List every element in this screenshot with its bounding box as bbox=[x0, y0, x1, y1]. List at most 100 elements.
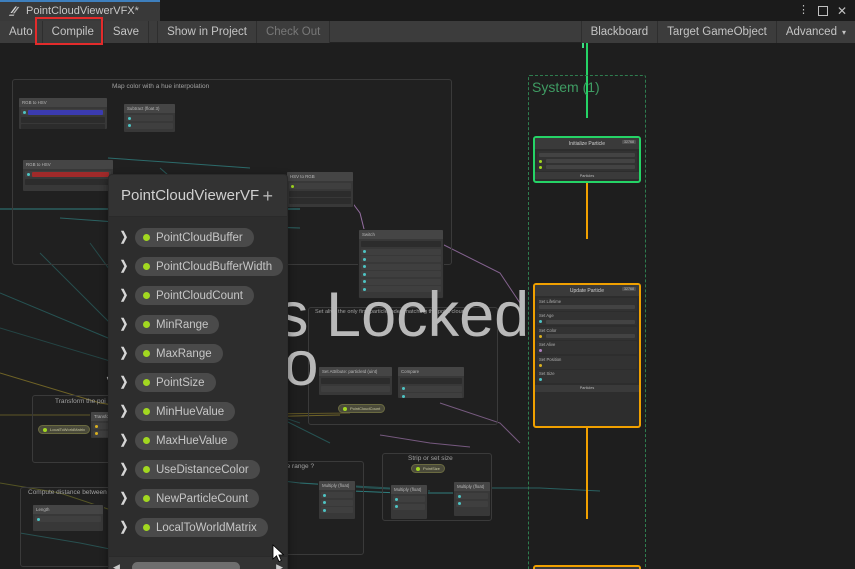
chevron-right-icon[interactable]: ❯ bbox=[119, 260, 129, 274]
blackboard-row[interactable]: ❯ LocalToWorldMatrix bbox=[109, 513, 287, 542]
parameter-pill[interactable]: MaxRange bbox=[135, 344, 223, 363]
save-button[interactable]: Save bbox=[103, 21, 150, 43]
port-icon[interactable] bbox=[363, 257, 366, 261]
port-icon[interactable] bbox=[539, 159, 542, 163]
check-out-button[interactable]: Check Out bbox=[256, 21, 331, 43]
show-in-project-button[interactable]: Show in Project bbox=[158, 21, 257, 43]
node-multiply-2[interactable]: Multiply (float) bbox=[390, 484, 428, 520]
port-icon[interactable] bbox=[323, 501, 326, 504]
blackboard-row[interactable]: ❯ MinHueValue bbox=[109, 397, 287, 426]
port-icon[interactable] bbox=[363, 287, 366, 291]
node-hsv-to-rgb[interactable]: HSV to RGB bbox=[286, 171, 354, 208]
advanced-dropdown[interactable]: Advanced ▾ bbox=[775, 21, 855, 43]
parameter-pill[interactable]: LocalToWorldMatrix bbox=[135, 518, 268, 537]
parameter-pill[interactable]: UseDistanceColor bbox=[135, 460, 260, 479]
context-block-set-size[interactable]: Set Size bbox=[537, 370, 637, 383]
field[interactable] bbox=[546, 159, 635, 163]
blackboard-row[interactable]: ❯ PointCloudBuffer bbox=[109, 223, 287, 252]
port-icon[interactable] bbox=[128, 116, 131, 120]
node-set-attribute-particleid[interactable]: Set Attribute: particleId (uint) bbox=[318, 366, 393, 396]
port-icon[interactable] bbox=[363, 272, 366, 276]
chevron-right-icon[interactable]: ❯ bbox=[119, 376, 129, 390]
port-icon[interactable] bbox=[363, 250, 366, 253]
chevron-right-icon[interactable]: ❯ bbox=[119, 289, 129, 303]
port-icon[interactable] bbox=[539, 378, 542, 381]
context-block-set-age[interactable]: Set Age bbox=[537, 312, 637, 325]
blackboard-row[interactable]: ❯ UseDistanceColor bbox=[109, 455, 287, 484]
port-icon[interactable] bbox=[323, 508, 326, 512]
maximize-icon[interactable] bbox=[817, 5, 828, 16]
parameter-pill[interactable]: PointSize bbox=[135, 373, 216, 392]
pill-node-localtoworldmatrix[interactable]: LocalToWorldMatrix bbox=[38, 425, 91, 434]
port-icon[interactable] bbox=[539, 349, 542, 352]
parameter-pill[interactable]: MinRange bbox=[135, 315, 220, 334]
context-initialize-particle[interactable]: Initialize Particle 32768 Particles bbox=[533, 136, 641, 183]
node-multiply-1[interactable]: Multiply (float) bbox=[318, 480, 356, 520]
add-parameter-button[interactable]: + bbox=[260, 187, 275, 205]
node-length[interactable]: Length bbox=[32, 504, 104, 532]
port-icon[interactable] bbox=[539, 363, 542, 367]
blackboard-row[interactable]: ❯ MaxRange bbox=[109, 339, 287, 368]
parameter-pill[interactable]: PointCloudBuffer bbox=[135, 228, 254, 247]
pill-node-pointcloudcount[interactable]: PointCloudCount bbox=[338, 404, 386, 413]
auto-button[interactable]: Auto bbox=[0, 21, 43, 43]
blackboard-row[interactable]: ❯ MaxHueValue bbox=[109, 426, 287, 455]
context-output-particle-quad[interactable]: Output Particle Quad 32768 Blend Mapping… bbox=[533, 565, 641, 569]
node-subtract-float3[interactable]: Subtract (float 3) bbox=[123, 103, 176, 133]
context-block-set-position[interactable]: Set Position bbox=[537, 355, 637, 369]
port-icon[interactable] bbox=[37, 517, 40, 521]
field[interactable] bbox=[546, 334, 635, 338]
graph-canvas[interactable]: Map color with a hue interpolation Set a… bbox=[0, 43, 855, 569]
port-icon[interactable] bbox=[458, 502, 461, 505]
field[interactable] bbox=[546, 319, 635, 324]
close-icon[interactable]: ✕ bbox=[837, 5, 847, 17]
color-swatch[interactable] bbox=[32, 171, 109, 177]
chevron-right-icon[interactable]: ❯ bbox=[119, 405, 129, 419]
blackboard-horizontal-scrollbar[interactable]: ◀ ▶ bbox=[109, 556, 287, 569]
port-icon[interactable] bbox=[402, 387, 405, 390]
parameter-pill[interactable]: MaxHueValue bbox=[135, 431, 239, 450]
port-icon[interactable] bbox=[395, 505, 398, 508]
port-icon[interactable] bbox=[539, 334, 542, 338]
scroll-left-icon[interactable]: ◀ bbox=[113, 562, 120, 569]
scrollbar-thumb[interactable] bbox=[131, 562, 241, 569]
port-icon[interactable] bbox=[27, 172, 30, 176]
pill-node-pointsize[interactable]: PointSize bbox=[411, 464, 445, 473]
chevron-right-icon[interactable]: ❯ bbox=[119, 492, 129, 506]
port-icon[interactable] bbox=[458, 494, 461, 498]
color-swatch[interactable] bbox=[28, 109, 103, 115]
parameter-pill[interactable]: NewParticleCount bbox=[135, 489, 260, 508]
node-compare[interactable]: Compare bbox=[397, 366, 465, 399]
port-icon[interactable] bbox=[363, 280, 366, 283]
compile-button[interactable]: Compile bbox=[42, 21, 104, 43]
field[interactable] bbox=[539, 153, 635, 157]
blackboard-row[interactable]: ❯ MinRange bbox=[109, 310, 287, 339]
context-block-set-color[interactable]: Set Color bbox=[537, 326, 637, 340]
blackboard-toggle-button[interactable]: Blackboard bbox=[580, 21, 658, 43]
chevron-right-icon[interactable]: ❯ bbox=[119, 318, 129, 332]
blackboard-row[interactable]: ❯ PointCloudCount bbox=[109, 281, 287, 310]
chevron-right-icon[interactable]: ❯ bbox=[119, 231, 129, 245]
target-gameobject-button[interactable]: Target GameObject bbox=[657, 21, 776, 43]
chevron-right-icon[interactable]: ❯ bbox=[119, 521, 129, 535]
port-icon[interactable] bbox=[291, 184, 294, 188]
port-icon[interactable] bbox=[95, 424, 98, 428]
port-icon[interactable] bbox=[95, 432, 98, 435]
port-icon[interactable] bbox=[23, 110, 26, 114]
parameter-pill[interactable]: MinHueValue bbox=[135, 402, 236, 421]
node-switch[interactable]: Switch bbox=[358, 229, 444, 299]
chevron-right-icon[interactable]: ❯ bbox=[119, 463, 129, 477]
node-rgb-to-hsv-2[interactable]: RGB to HSV bbox=[22, 159, 114, 192]
port-icon[interactable] bbox=[363, 265, 366, 268]
context-block-set-lifetime[interactable]: Set Lifetime bbox=[537, 297, 637, 311]
scrollbar-track[interactable] bbox=[123, 562, 273, 569]
port-icon[interactable] bbox=[539, 165, 542, 169]
context-update-particle[interactable]: Update Particle 32768 Set Lifetime Set A… bbox=[533, 283, 641, 428]
context-block-set-alive[interactable]: Set Alive bbox=[537, 341, 637, 354]
blackboard-row[interactable]: ❯ PointCloudBufferWidth bbox=[109, 252, 287, 281]
tab-pointcloudviewervfx[interactable]: PointCloudViewerVFX* bbox=[0, 0, 160, 21]
node-rgb-to-hsv-1[interactable]: RGB to HSV bbox=[18, 97, 108, 130]
blackboard-row[interactable]: ❯ NewParticleCount bbox=[109, 484, 287, 513]
chevron-right-icon[interactable]: ❯ bbox=[119, 434, 129, 448]
blackboard-row[interactable]: ❯ PointSize bbox=[109, 368, 287, 397]
